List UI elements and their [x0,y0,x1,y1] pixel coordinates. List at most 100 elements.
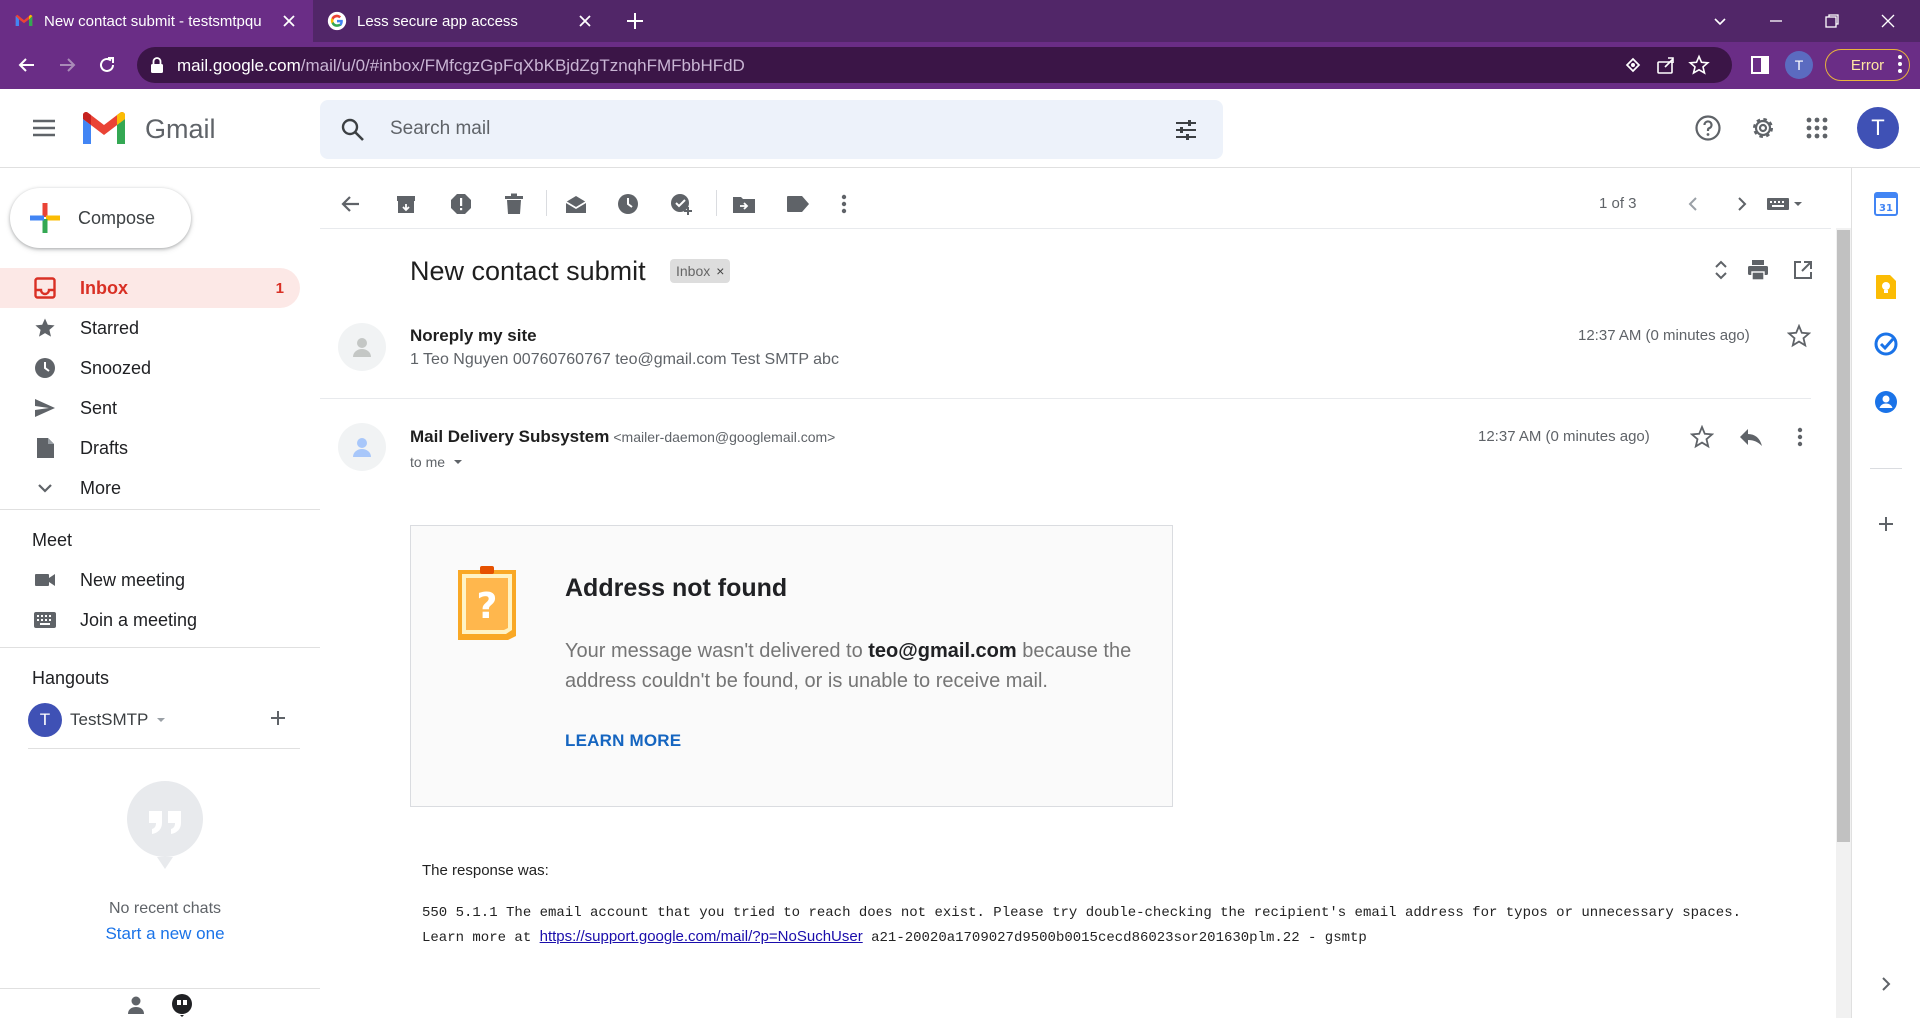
response-label: The response was: [422,862,549,879]
back-button[interactable] [12,50,42,80]
sidebar-item-drafts[interactable]: Drafts [0,428,300,468]
move-to-button[interactable] [728,188,760,220]
delete-button[interactable] [498,188,530,220]
hide-side-panel-button[interactable] [1872,970,1900,998]
message-sender[interactable]: Noreply my site [410,326,537,346]
message-sender[interactable]: Mail Delivery Subsystem <mailer-daemon@go… [410,427,835,447]
more-actions-button[interactable] [828,188,860,220]
message-divider [320,398,1811,399]
gmail-wordmark[interactable]: Gmail [145,114,216,145]
forward-button[interactable] [52,50,82,80]
message-snippet[interactable]: 1 Teo Nguyen 00760760767 teo@gmail.com T… [410,351,839,369]
support-link[interactable]: https://support.google.com/mail/?p=NoSuc… [540,928,863,945]
apps-grid-icon [1806,117,1828,139]
new-tab-icon[interactable] [622,8,648,34]
back-to-inbox-button[interactable] [335,188,367,220]
learn-more-link[interactable]: LEARN MORE [565,731,681,751]
expand-all-button[interactable] [1705,254,1737,286]
side-panel-button[interactable] [1745,50,1775,80]
sender-avatar [338,423,386,471]
more-message-options-button[interactable] [1784,421,1816,453]
close-tab-icon[interactable] [575,11,595,31]
contacts-person-icon[interactable] [126,995,146,1015]
get-addons-button[interactable] [1872,510,1900,538]
chevron-right-icon [1882,977,1891,991]
google-apps-button[interactable] [1800,111,1834,145]
snooze-button[interactable] [612,188,644,220]
sidebar-item-starred[interactable]: Starred [0,308,300,348]
bounce-notice-card: ? Address not found Your message wasn't … [410,525,1173,807]
more-vert-icon[interactable] [1897,52,1903,76]
lock-icon[interactable] [150,56,164,74]
gmail-logo-icon[interactable] [80,111,128,147]
reply-button[interactable] [1735,421,1767,453]
close-window-button[interactable] [1860,0,1916,42]
report-spam-button[interactable] [445,188,477,220]
open-new-window-button[interactable] [1787,254,1819,286]
eye-off-icon[interactable] [1622,54,1644,76]
bookmark-star-icon[interactable] [1688,54,1710,76]
add-chat-icon[interactable] [268,708,288,728]
address-bar[interactable]: mail.google.com/mail/u/0/#inbox/FMfcgzGp… [137,47,1732,83]
share-icon[interactable] [1655,54,1677,76]
scrollbar-thumb[interactable] [1837,230,1850,842]
sidebar-divider [0,509,320,510]
minimize-button[interactable] [1748,0,1804,42]
sidebar-item-snoozed[interactable]: Snoozed [0,348,300,388]
print-all-button[interactable] [1742,254,1774,286]
recipient-details[interactable]: to me [410,454,465,470]
calendar-app-button[interactable]: 31 [1872,190,1900,218]
search-icon[interactable] [340,117,366,143]
main-menu-icon[interactable] [28,115,60,141]
contacts-app-button[interactable] [1872,388,1900,416]
close-tab-icon[interactable] [279,11,299,31]
star-message-button[interactable] [1783,320,1815,352]
tab-search-button[interactable] [1692,0,1748,42]
remove-label-icon[interactable]: × [716,263,724,279]
chevron-down-icon [1714,18,1726,26]
add-to-tasks-button[interactable] [666,188,698,220]
search-input[interactable] [390,112,1130,146]
reload-icon [100,57,114,72]
settings-button[interactable] [1746,111,1780,145]
hangouts-user-switcher[interactable]: T TestSMTP [28,702,300,738]
support-button[interactable] [1691,111,1725,145]
inbox-label-chip[interactable]: Inbox × [670,259,731,283]
labels-button[interactable] [782,188,814,220]
start-new-chat-link[interactable]: Start a new one [0,924,330,944]
browser-tab-less-secure[interactable]: Less secure app access [313,0,609,42]
hangouts-icon[interactable] [170,993,194,1017]
search-options-icon[interactable] [1173,117,1199,143]
older-button[interactable] [1726,188,1758,220]
tasks-app-button[interactable] [1872,330,1900,358]
browser-tab-gmail[interactable]: New contact submit - testsmtpqu [0,0,313,42]
side-panel-icon [1751,56,1769,74]
sidebar-item-new-meeting[interactable]: New meeting [0,560,300,600]
sidebar-item-more[interactable]: More [0,468,300,508]
sidebar-item-inbox[interactable]: Inbox 1 [0,268,300,308]
input-tools-button[interactable] [1762,188,1812,220]
reply-icon [1740,429,1762,446]
star-message-button[interactable] [1686,421,1718,453]
restore-button[interactable] [1804,0,1860,42]
url-path: /mail/u/0/#inbox/FMfcgzGpFqXbKBjdZgTznqh… [300,56,745,75]
sidebar-item-label: Starred [80,317,140,338]
sidebar-item-join-meeting[interactable]: Join a meeting [0,600,300,640]
account-avatar[interactable]: T [1857,107,1899,149]
reload-button[interactable] [92,50,122,80]
message-time: 12:37 AM (0 minutes ago) [1478,428,1650,445]
sidebar-item-sent[interactable]: Sent [0,388,300,428]
response-text-after: a21-20020a1709027d9500b0015cecd86023sor2… [862,930,1367,946]
compose-button[interactable]: Compose [10,188,191,248]
mark-unread-button[interactable] [560,188,592,220]
star-icon [33,316,57,340]
more-vert-icon [841,194,847,214]
clock-icon [618,194,638,214]
newer-button[interactable] [1677,188,1709,220]
archive-icon [397,196,415,213]
compose-plus-icon [30,203,60,233]
browser-profile-avatar[interactable]: T [1785,51,1813,79]
archive-button[interactable] [390,188,422,220]
keep-app-button[interactable] [1872,273,1900,301]
minimize-icon [1770,20,1782,22]
